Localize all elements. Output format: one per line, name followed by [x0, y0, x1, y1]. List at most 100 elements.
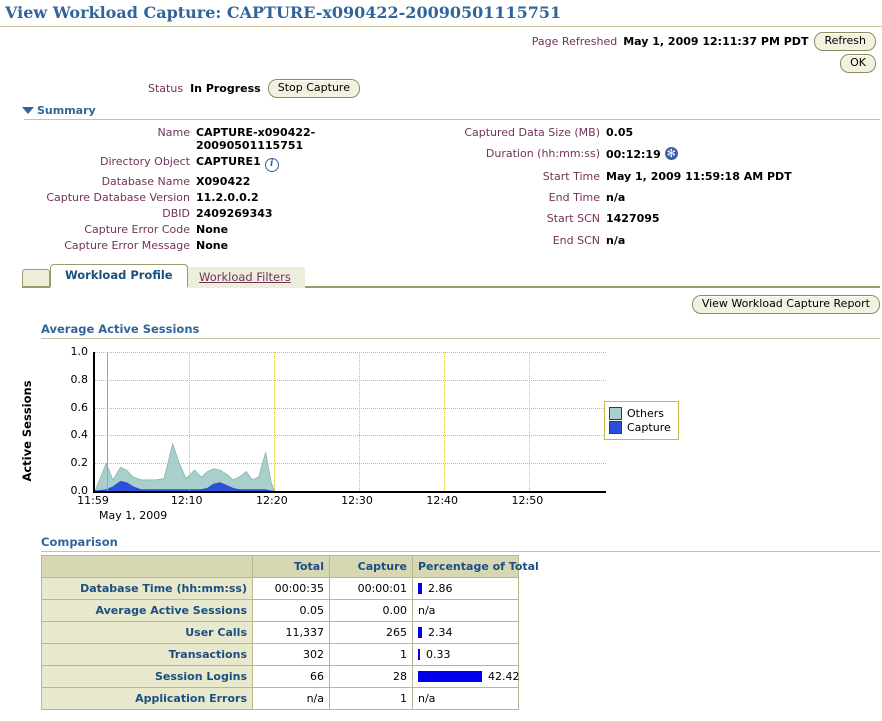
comparison-col-total: Total	[252, 555, 330, 578]
info-icon[interactable]: i	[264, 158, 279, 172]
comparison-cell-percentage: n/a	[412, 687, 519, 710]
percentage-of-total-cell: 2.86	[418, 582, 513, 595]
summary-label-start-time: Start Time	[542, 169, 600, 183]
comparison-col-blank	[41, 555, 253, 578]
summary-field-dbid: DBID 2409269343	[0, 207, 440, 223]
summary-body: Name CAPTURE-x090422- 20090501115751 Dir…	[0, 120, 882, 255]
tab-stub	[22, 269, 50, 286]
page-refreshed-row: Page Refreshed May 1, 2009 12:11:37 PM P…	[0, 27, 882, 51]
report-button-row: View Workload Capture Report	[0, 288, 882, 314]
comparison-row-label: Session Logins	[41, 665, 253, 688]
comparison-cell-capture: 00:00:01	[329, 577, 413, 600]
chart-x-tick: 12:10	[170, 494, 203, 507]
status-row: Status In Progress Stop Capture	[148, 73, 882, 98]
chart-x-tick: 11:59	[77, 494, 109, 507]
table-row: Application Errors n/a 1 n/a	[41, 687, 519, 710]
comparison-cell-percentage: 2.86	[412, 577, 519, 600]
summary-field-directory-object: Directory Object CAPTURE1 i	[0, 155, 440, 175]
refresh-button[interactable]: Refresh	[814, 32, 876, 51]
summary-field-end-time: End Time n/a	[440, 191, 792, 212]
refresh-spinner-icon[interactable]	[664, 147, 678, 161]
chart-plot-area	[93, 352, 606, 493]
comparison-row-label: Average Active Sessions	[41, 599, 253, 622]
ok-row: OK	[0, 51, 882, 73]
summary-field-start-scn: Start SCN 1427095	[440, 212, 792, 233]
percentage-of-total-cell: 42.42	[418, 670, 520, 683]
comparison-cell-total: 11,337	[252, 621, 330, 644]
legend-label-capture: Capture	[627, 421, 671, 434]
comparison-row-label: Application Errors	[41, 687, 253, 710]
tab-workload-filters[interactable]: Workload Filters	[184, 267, 305, 288]
percentage-bar	[418, 649, 420, 660]
summary-label-capture-error-code: Capture Error Code	[84, 223, 190, 236]
summary-left-column: Name CAPTURE-x090422- 20090501115751 Dir…	[0, 126, 440, 255]
summary-value-database-name: X090422	[196, 175, 251, 188]
summary-value-duration-text: 00:12:19	[606, 148, 661, 162]
summary-value-name: CAPTURE-x090422- 20090501115751	[196, 126, 440, 155]
legend-swatch-others	[609, 407, 622, 420]
view-workload-capture-report-button[interactable]: View Workload Capture Report	[691, 295, 880, 314]
comparison-cell-percentage: 0.33	[412, 643, 519, 666]
summary-value-capture-error-code: None	[196, 223, 229, 236]
chart-x-axis-date: May 1, 2009	[99, 509, 168, 522]
comparison-row-label: Database Time (hh:mm:ss)	[41, 577, 253, 600]
chart-gridline-vertical	[444, 352, 445, 491]
percentage-value: n/a	[418, 692, 436, 705]
chart-y-tick: 1.0	[70, 345, 89, 358]
chart-x-tick: 12:20	[255, 494, 288, 507]
percentage-value: 42.42	[488, 670, 520, 683]
comparison-row-label: Transactions	[41, 643, 253, 666]
summary-label-capture-error-message: Capture Error Message	[64, 239, 190, 252]
comparison-row-label: User Calls	[41, 621, 253, 644]
comparison-cell-total: 66	[252, 665, 330, 688]
summary-value-duration: 00:12:19	[606, 147, 792, 170]
summary-value-end-scn: n/a	[606, 233, 626, 247]
page-refreshed-label: Page Refreshed	[531, 35, 618, 48]
summary-label-name: Name	[157, 126, 190, 139]
chart-y-tick: 0.6	[70, 400, 89, 414]
summary-value-start-scn: 1427095	[606, 212, 660, 226]
summary-label-duration: Duration (hh:mm:ss)	[485, 147, 600, 161]
summary-label-end-scn: End SCN	[552, 233, 600, 247]
chart-marker-line	[107, 352, 108, 491]
summary-label-start-scn: Start SCN	[546, 212, 600, 226]
comparison-table: Total Capture Percentage of Total Databa…	[41, 555, 539, 710]
summary-value-directory-object: CAPTURE1 i	[196, 155, 440, 175]
percentage-bar	[418, 583, 422, 594]
percentage-value: 0.33	[426, 648, 451, 661]
table-row: Transactions 302 1 0.33	[41, 643, 519, 666]
comparison-cell-total: 302	[252, 643, 330, 666]
summary-field-duration: Duration (hh:mm:ss) 00:12:19	[440, 147, 792, 170]
comparison-cell-percentage: n/a	[412, 599, 519, 622]
summary-value-start-time: May 1, 2009 11:59:18 AM PDT	[606, 169, 792, 183]
percentage-bar	[418, 671, 482, 682]
table-row: Average Active Sessions 0.05 0.00 n/a	[41, 599, 519, 622]
summary-value-name-line1: CAPTURE-x090422-	[196, 126, 316, 139]
legend-swatch-capture	[609, 421, 622, 434]
legend-item-others: Others	[609, 407, 671, 420]
tab-workload-profile[interactable]: Workload Profile	[50, 264, 188, 288]
comparison-cell-percentage: 42.42	[412, 665, 520, 688]
legend-item-capture: Capture	[609, 421, 671, 434]
chart-title: Average Active Sessions	[41, 322, 200, 336]
summary-value-capture-db-version: 11.2.0.0.2	[196, 191, 259, 204]
summary-label-capture-db-version: Capture Database Version	[46, 191, 190, 204]
collapse-triangle-icon[interactable]	[22, 107, 34, 114]
legend-label-others: Others	[627, 407, 664, 420]
percentage-of-total-cell: 2.34	[418, 626, 513, 639]
comparison-divider	[41, 551, 880, 552]
chart-y-tick: 0.2	[70, 456, 89, 470]
stop-capture-button[interactable]: Stop Capture	[267, 79, 360, 98]
percentage-value: n/a	[418, 604, 436, 617]
comparison-cell-total: 0.05	[252, 599, 330, 622]
ok-button[interactable]: OK	[840, 54, 876, 73]
summary-field-start-time: Start Time May 1, 2009 11:59:18 AM PDT	[440, 170, 792, 191]
summary-value-end-time: n/a	[606, 191, 626, 205]
tab-bar: Workload Profile Workload Filters	[22, 264, 880, 288]
page-title: View Workload Capture: CAPTURE-x090422-2…	[5, 3, 562, 22]
summary-label-captured-data-size: Captured Data Size (MB)	[464, 126, 600, 139]
percentage-value: 2.86	[428, 582, 453, 595]
chart-y-tick: 0.4	[70, 428, 89, 442]
summary-title: Summary	[37, 104, 96, 117]
comparison-col-percentage: Percentage of Total	[412, 555, 539, 578]
